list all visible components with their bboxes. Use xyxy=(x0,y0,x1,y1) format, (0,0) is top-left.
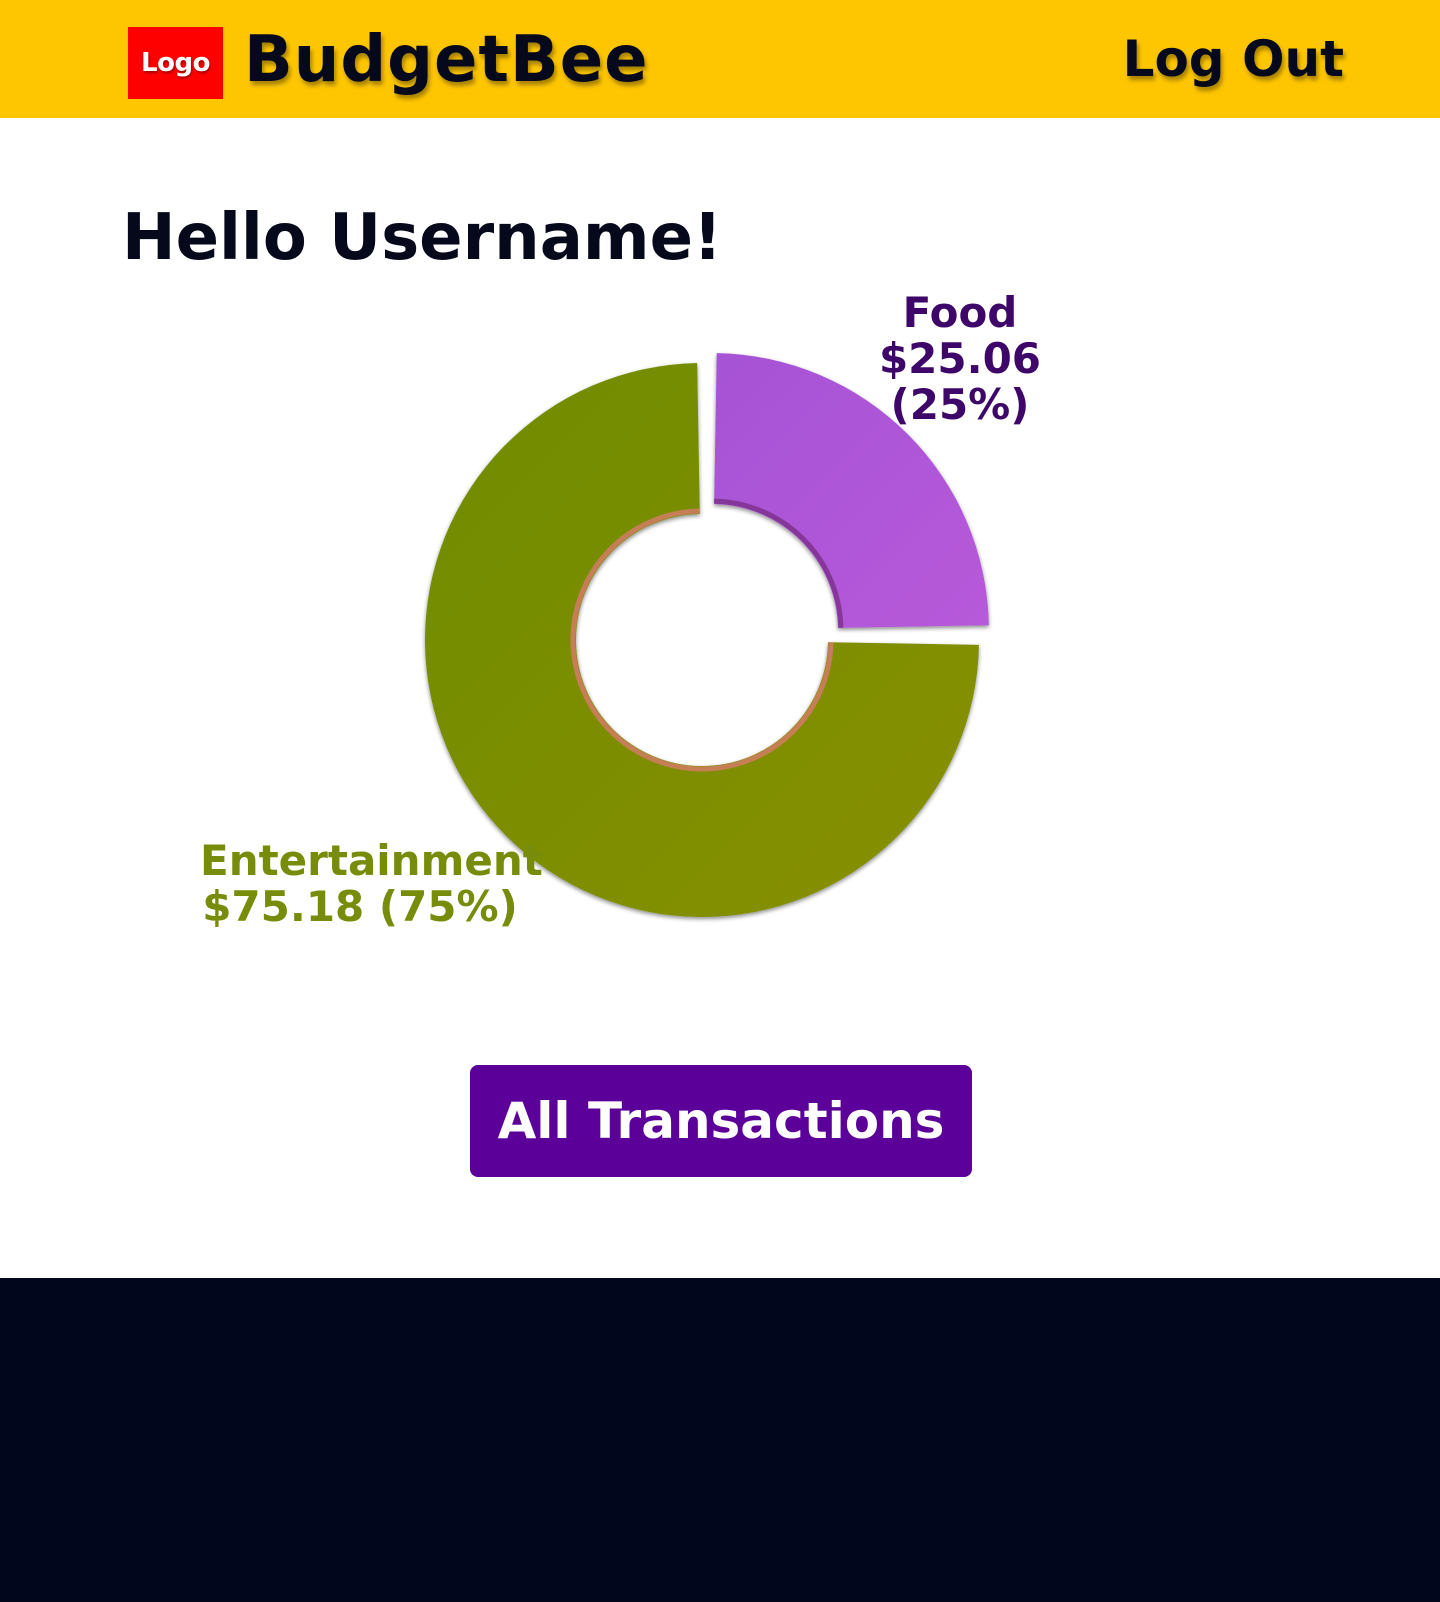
logo[interactable]: Logo xyxy=(128,27,223,99)
food-category-label: Food xyxy=(902,288,1018,337)
food-label: Food $25.06 (25%) xyxy=(830,290,1090,428)
entertainment-slice xyxy=(425,363,979,918)
entertainment-value-label: $75.18 (75%) xyxy=(202,882,518,931)
brand-name: BudgetBee xyxy=(244,23,649,97)
logout-button[interactable]: Log Out xyxy=(1123,24,1344,94)
top-header: Logo BudgetBee Log Out xyxy=(0,0,1440,118)
entertainment-slice-inner-rim xyxy=(570,508,834,772)
entertainment-category-label: Entertainment xyxy=(200,836,543,885)
page-footer xyxy=(0,1278,1440,1602)
greeting-heading: Hello Username! xyxy=(122,201,723,275)
entertainment-label: Entertainment $75.18 (75%) xyxy=(200,836,543,931)
food-slice-inner-rim xyxy=(714,498,844,628)
all-transactions-button[interactable]: All Transactions xyxy=(470,1065,972,1177)
food-value-label: $25.06 (25%) xyxy=(878,334,1042,429)
